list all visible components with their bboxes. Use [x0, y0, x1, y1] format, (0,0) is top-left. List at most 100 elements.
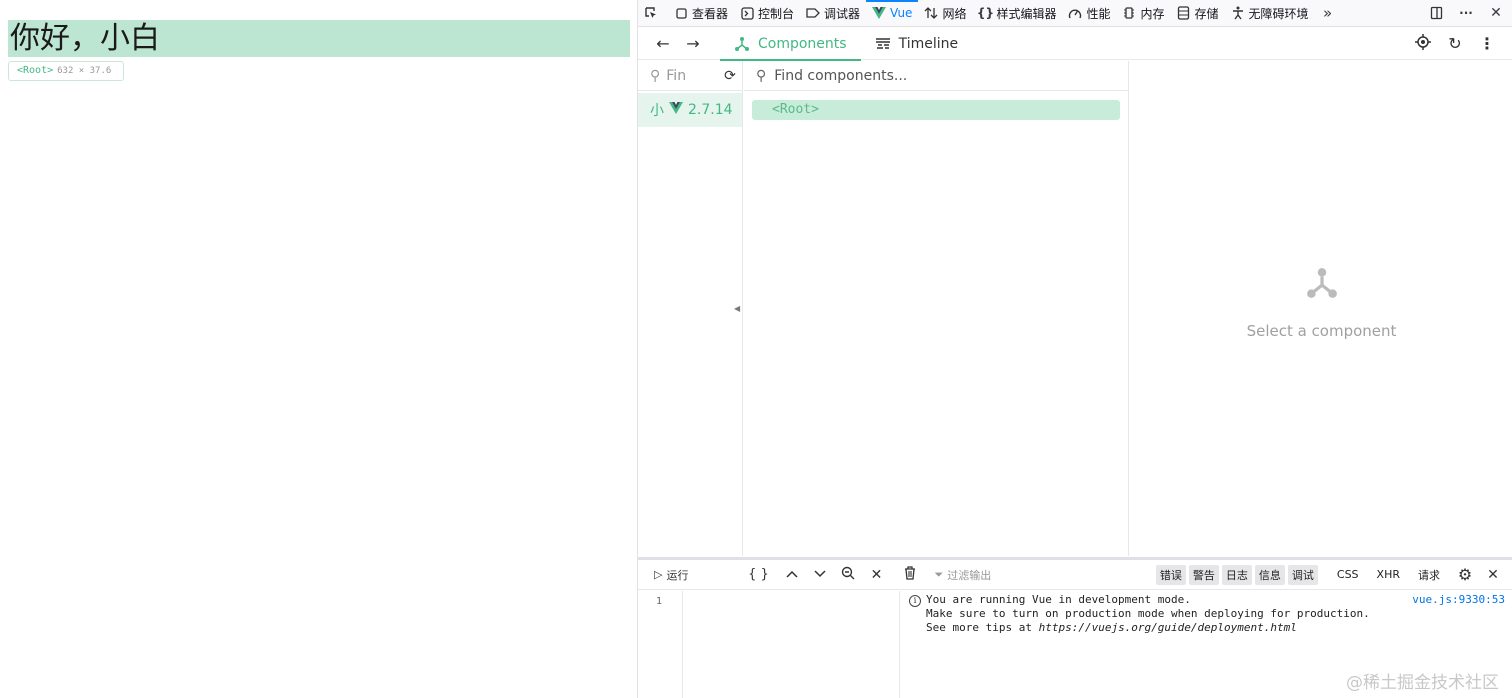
tab-label: 无障碍环境	[1248, 6, 1309, 21]
history-up-button[interactable]	[778, 561, 806, 589]
message-tip-url[interactable]: https://vuejs.org/guide/deployment.html	[1039, 621, 1297, 634]
console-settings-button[interactable]: ⚙	[1451, 561, 1479, 589]
history-down-button[interactable]	[806, 561, 834, 589]
filter-output-input[interactable]: ⏷ 过滤输出	[934, 567, 991, 583]
filter-icon: ⏷	[934, 567, 944, 581]
tab-storage[interactable]: 存储	[1171, 0, 1225, 27]
gear-icon: ⚙	[1457, 565, 1473, 584]
app-item[interactable]: 小 2.7.14	[638, 93, 742, 127]
refresh-icon: ↻	[1448, 34, 1462, 53]
tab-label: Vue	[890, 6, 913, 20]
target-icon	[1415, 33, 1431, 54]
close-editor-button[interactable]: ✕	[862, 561, 890, 589]
accessibility-icon	[1231, 6, 1245, 20]
chevron-down-icon	[814, 567, 826, 582]
tab-inspector[interactable]: 查看器	[668, 0, 734, 27]
tab-style-editor[interactable]: {} 样式编辑器	[972, 0, 1062, 27]
more-vertical-icon: ⋮	[1479, 34, 1495, 53]
tab-label: 样式编辑器	[996, 6, 1057, 21]
run-button[interactable]: ▷ 运行	[654, 567, 688, 583]
console-editor[interactable]: 1	[638, 591, 900, 698]
devtools-toolbar: 查看器 控制台 调试器 Vue 网络 {} 样式编辑器 性能 内存 存储 无障碍…	[638, 0, 1512, 27]
vue-icon	[872, 6, 887, 20]
close-icon: ✕	[1490, 5, 1502, 21]
overflow-menu-button[interactable]: ···	[1453, 0, 1483, 27]
app-label: 小	[650, 103, 664, 119]
close-split-console-button[interactable]: ✕	[1479, 561, 1507, 589]
select-component-button[interactable]	[1407, 29, 1439, 59]
magnifier-icon	[841, 566, 855, 584]
component-highlight-tooltip: <Root> 632 × 37.6	[8, 61, 124, 81]
level-error-toggle[interactable]: 错误	[1155, 564, 1186, 585]
debugger-icon	[806, 6, 820, 20]
tab-label: 网络	[942, 6, 967, 21]
apps-search-placeholder: Fin	[666, 67, 687, 84]
app-version: 2.7.14	[688, 102, 733, 118]
tab-vue[interactable]: Vue	[866, 0, 919, 27]
more-tabs-button[interactable]: »	[1315, 0, 1345, 27]
memory-icon	[1122, 6, 1136, 20]
pick-element-icon	[644, 6, 658, 20]
tab-timeline[interactable]: Timeline	[861, 28, 973, 60]
back-button[interactable]: ←	[648, 29, 678, 59]
tab-performance[interactable]: 性能	[1062, 0, 1116, 27]
apps-search-field[interactable]: ⚲ Fin ⟳	[638, 61, 742, 91]
message-line: See more tips at https://vuejs.org/guide…	[926, 621, 1370, 635]
level-debug-toggle[interactable]: 调试	[1287, 564, 1318, 585]
tab-network[interactable]: 网络	[918, 0, 972, 27]
close-icon: ✕	[1487, 566, 1499, 583]
search-icon: ⚲	[756, 67, 767, 84]
tab-console[interactable]: 控制台	[734, 0, 800, 27]
console-message: i You are running Vue in development mod…	[909, 593, 1370, 635]
message-source-link[interactable]: vue.js:9330:53	[1412, 593, 1505, 606]
braces-icon: { }	[748, 567, 769, 582]
pretty-print-button[interactable]: { }	[744, 561, 772, 589]
tab-accessibility[interactable]: 无障碍环境	[1225, 0, 1315, 27]
clear-console-button[interactable]	[896, 561, 924, 589]
collapse-caret-icon[interactable]: ◀	[734, 304, 740, 314]
tree-node-root[interactable]: <Root>	[752, 100, 1120, 120]
tab-label: 查看器	[692, 6, 729, 21]
more-horizontal-icon: ···	[1459, 6, 1473, 20]
component-search-placeholder: Find components...	[774, 67, 908, 84]
component-tree-icon	[734, 36, 750, 52]
close-icon: ✕	[870, 566, 883, 583]
refresh-button[interactable]: ↻	[1439, 29, 1471, 59]
forward-button[interactable]: →	[678, 29, 708, 59]
level-warning-toggle[interactable]: 警告	[1188, 564, 1219, 585]
tab-memory[interactable]: 内存	[1116, 0, 1170, 27]
tab-components-label: Components	[758, 35, 847, 52]
arrow-right-icon: →	[686, 34, 700, 53]
component-search-field[interactable]: ⚲ Find components...	[744, 61, 1128, 91]
run-label: 运行	[666, 568, 689, 582]
empty-state-text: Select a component	[1246, 322, 1397, 340]
close-devtools-button[interactable]: ✕	[1483, 0, 1512, 27]
element-picker-button[interactable]	[638, 0, 668, 27]
inspector-empty-state: Select a component	[1130, 266, 1512, 340]
message-tip-prefix: See more tips at	[926, 621, 1039, 634]
tab-components[interactable]: Components	[720, 28, 861, 61]
dock-options-button[interactable]	[1423, 0, 1453, 27]
line-number-gutter: 1	[638, 591, 683, 698]
css-filter-toggle[interactable]: CSS	[1332, 566, 1364, 583]
tab-label: 性能	[1086, 6, 1111, 21]
component-tree-icon	[1130, 266, 1512, 304]
inspector-icon	[674, 6, 688, 20]
level-log-toggle[interactable]: 日志	[1221, 564, 1252, 585]
tooltip-tag: <Root>	[17, 65, 54, 76]
message-line: Make sure to turn on production mode whe…	[926, 607, 1370, 620]
level-info-toggle[interactable]: 信息	[1254, 564, 1285, 585]
xhr-filter-toggle[interactable]: XHR	[1372, 566, 1405, 583]
refresh-apps-icon[interactable]: ⟳	[724, 68, 736, 84]
storage-icon	[1177, 6, 1191, 20]
requests-filter-toggle[interactable]: 请求	[1413, 565, 1445, 585]
tab-label: 内存	[1140, 6, 1165, 21]
tab-debugger[interactable]: 调试器	[800, 0, 866, 27]
tab-label: 存储	[1194, 6, 1219, 21]
reverse-search-button[interactable]	[834, 561, 862, 589]
tooltip-dimensions: 632 × 37.6	[57, 66, 112, 76]
vue-devtools-nav: ← → Components Timeline ↻ ⋮	[638, 28, 1512, 61]
more-options-button[interactable]: ⋮	[1471, 29, 1503, 59]
component-tree: ⚲ Find components... <Root>	[744, 61, 1129, 556]
message-line: You are running Vue in development mode.	[926, 593, 1191, 606]
